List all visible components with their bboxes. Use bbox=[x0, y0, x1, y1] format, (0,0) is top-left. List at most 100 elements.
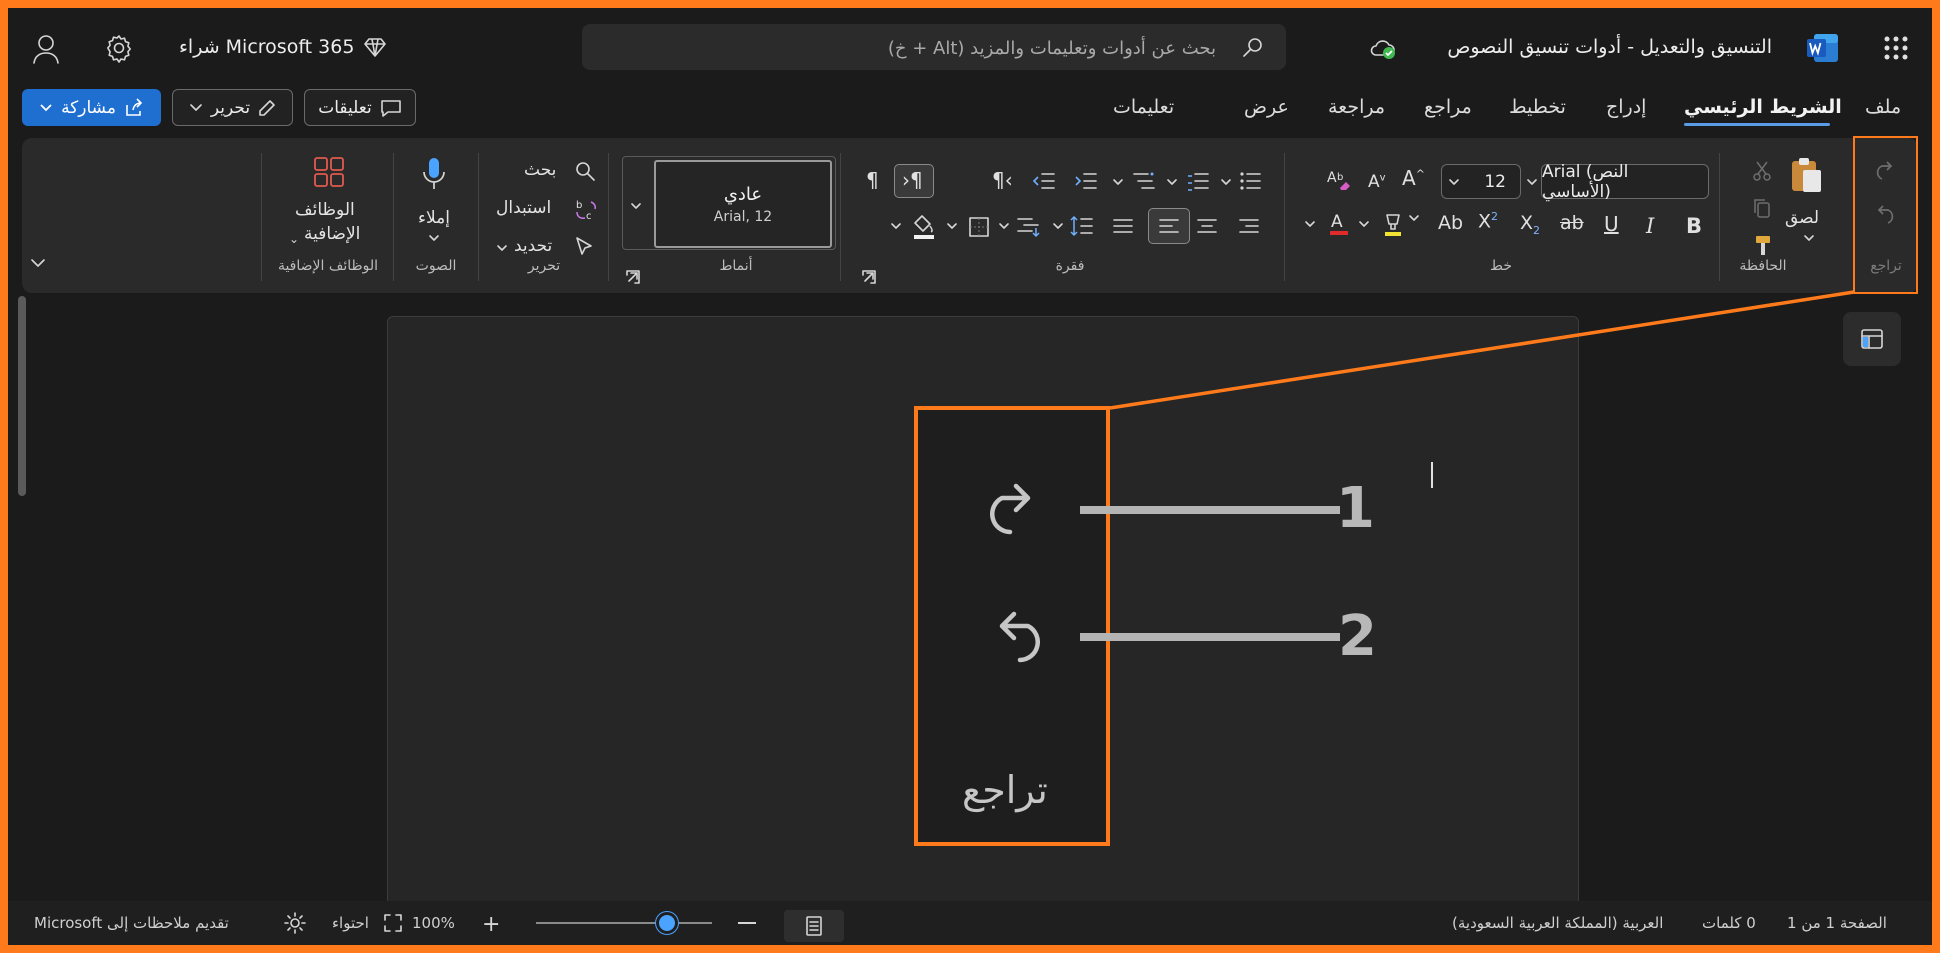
font-name-chevron-icon[interactable] bbox=[1526, 178, 1538, 186]
font-name-combo[interactable]: Arial (النص الأساسي) bbox=[1541, 162, 1709, 202]
paste-chevron-icon[interactable] bbox=[1803, 234, 1815, 242]
app-launcher-icon[interactable] bbox=[1883, 35, 1909, 61]
shading-icon[interactable] bbox=[912, 214, 936, 240]
paragraph-dialog-launcher-icon[interactable] bbox=[862, 270, 876, 284]
italic-icon[interactable]: I bbox=[1646, 214, 1654, 238]
addins-label-line1[interactable]: الوظائف bbox=[295, 200, 355, 220]
font-more-chevron-icon[interactable] bbox=[1304, 220, 1316, 228]
styles-dialog-launcher-icon[interactable] bbox=[626, 270, 640, 284]
subscript-icon[interactable]: X2 bbox=[1520, 212, 1540, 237]
comments-button[interactable]: تعليقات bbox=[304, 89, 416, 126]
replace-icon[interactable]: bc bbox=[574, 198, 598, 222]
share-button[interactable]: مشاركة bbox=[22, 89, 161, 126]
search-input[interactable]: بحث عن أدوات وتعليمات والمزيد (Alt + خ) bbox=[888, 38, 1216, 59]
highlight-color-icon[interactable] bbox=[1382, 212, 1404, 238]
strikethrough-icon[interactable]: ab bbox=[1560, 212, 1584, 234]
redo-icon[interactable] bbox=[1874, 160, 1896, 182]
find-label[interactable]: بحث bbox=[524, 160, 556, 180]
tab-home[interactable]: الشريط الرئيسي bbox=[1684, 96, 1842, 118]
increase-indent-icon[interactable] bbox=[1074, 170, 1098, 192]
bold-icon[interactable]: B bbox=[1686, 214, 1702, 238]
font-color-chevron-icon[interactable] bbox=[1358, 220, 1370, 228]
align-left-icon[interactable] bbox=[1158, 217, 1180, 237]
buy-microsoft365-link[interactable]: شراء Microsoft 365 bbox=[179, 36, 387, 58]
tab-help[interactable]: تعليمات bbox=[1113, 96, 1174, 118]
tab-review[interactable]: مراجعة bbox=[1328, 96, 1385, 118]
copy-icon[interactable] bbox=[1751, 197, 1773, 219]
multilevel-list-icon[interactable] bbox=[1132, 170, 1156, 192]
font-color-icon[interactable]: A bbox=[1328, 210, 1350, 238]
fit-icon[interactable] bbox=[384, 914, 402, 932]
undo-icon[interactable] bbox=[1874, 204, 1896, 226]
zoom-slider-thumb[interactable] bbox=[656, 912, 678, 934]
superscript-icon[interactable]: X2 bbox=[1478, 210, 1498, 232]
tab-references[interactable]: مراجع bbox=[1424, 96, 1472, 118]
paste-label[interactable]: لصق bbox=[1785, 208, 1819, 228]
tab-view[interactable]: عرض bbox=[1244, 96, 1289, 118]
addins-grid-icon[interactable] bbox=[313, 156, 345, 188]
zoom-out-icon[interactable] bbox=[738, 922, 756, 924]
dictate-label[interactable]: إملاء bbox=[418, 208, 450, 228]
tab-layout[interactable]: تخطيط bbox=[1509, 96, 1566, 118]
underline-icon[interactable]: U bbox=[1604, 212, 1619, 236]
decrease-indent-icon[interactable] bbox=[1032, 170, 1056, 192]
shrink-font-icon[interactable]: Av bbox=[1368, 172, 1386, 192]
justify-icon[interactable] bbox=[1112, 217, 1134, 237]
multilevel-chevron-icon[interactable] bbox=[1112, 178, 1124, 186]
bullets-chevron-icon[interactable] bbox=[1220, 178, 1232, 186]
find-icon[interactable] bbox=[574, 160, 596, 182]
edit-mode-button[interactable]: تحرير bbox=[172, 89, 293, 126]
addins-label-line2[interactable]: الإضافية bbox=[304, 224, 360, 244]
clear-formatting-icon[interactable]: Ab bbox=[1326, 168, 1352, 192]
brightness-icon[interactable] bbox=[284, 912, 306, 934]
borders-icon[interactable] bbox=[968, 216, 990, 238]
dictate-chevron-icon[interactable] bbox=[428, 234, 440, 242]
select-cursor-icon[interactable] bbox=[574, 236, 594, 258]
cut-icon[interactable] bbox=[1751, 160, 1773, 182]
align-right-icon[interactable] bbox=[1238, 217, 1260, 237]
line-spacing-chevron-icon[interactable] bbox=[1052, 222, 1064, 230]
fit-label[interactable]: احتواء bbox=[332, 914, 369, 932]
styles-gallery-chevron-icon[interactable] bbox=[630, 202, 642, 210]
shading-chevron-icon[interactable] bbox=[890, 222, 902, 230]
change-case-icon[interactable]: Ab bbox=[1438, 212, 1463, 234]
tab-file[interactable]: ملف bbox=[1865, 96, 1901, 118]
ltr-paragraph-icon[interactable]: ›¶ bbox=[902, 168, 923, 192]
paragraph-spacing-icon[interactable] bbox=[1016, 216, 1040, 238]
show-marks-icon[interactable]: ¶ bbox=[866, 168, 879, 192]
paragraph-spacing-chevron-icon[interactable] bbox=[998, 222, 1010, 230]
numbering-chevron-icon[interactable] bbox=[1166, 178, 1178, 186]
select-label[interactable]: تحديد bbox=[514, 236, 552, 256]
style-normal-card[interactable]: عادي Arial, 12 bbox=[654, 160, 832, 248]
highlight-chevron-icon[interactable] bbox=[1408, 214, 1420, 222]
align-center-icon[interactable] bbox=[1196, 217, 1218, 237]
paste-icon[interactable] bbox=[1789, 156, 1825, 196]
search-box[interactable]: بحث عن أدوات وتعليمات والمزيد (Alt + خ) bbox=[582, 24, 1286, 70]
borders-chevron-icon[interactable] bbox=[946, 222, 958, 230]
rtl-paragraph-icon[interactable]: ¶‹ bbox=[992, 168, 1013, 192]
format-painter-icon[interactable] bbox=[1753, 234, 1773, 258]
font-size-chevron-icon[interactable] bbox=[1448, 178, 1460, 186]
grow-font-icon[interactable]: A^ bbox=[1402, 166, 1425, 190]
select-chevron-icon[interactable] bbox=[496, 244, 508, 252]
zoom-slider-track[interactable] bbox=[536, 922, 712, 924]
bullets-icon[interactable] bbox=[1238, 170, 1262, 192]
line-spacing-icon[interactable] bbox=[1070, 214, 1094, 238]
addins-chevron-icon[interactable]: ⌄ bbox=[289, 232, 299, 246]
numbering-icon[interactable] bbox=[1186, 170, 1210, 192]
account-icon[interactable] bbox=[32, 34, 60, 64]
tab-insert[interactable]: إدراج bbox=[1606, 96, 1646, 118]
zoom-in-icon[interactable]: + bbox=[482, 912, 500, 937]
feedback-link[interactable]: تقديم ملاحظات إلى Microsoft bbox=[34, 914, 229, 932]
replace-label[interactable]: استبدال bbox=[496, 198, 551, 218]
saved-to-cloud-icon[interactable] bbox=[1369, 36, 1397, 60]
settings-gear-icon[interactable] bbox=[104, 33, 134, 63]
vertical-scrollbar[interactable] bbox=[18, 296, 26, 496]
print-layout-button[interactable] bbox=[784, 910, 844, 942]
microphone-icon[interactable] bbox=[421, 156, 447, 192]
ribbon-collapse-chevron-icon[interactable] bbox=[30, 257, 46, 269]
language-status[interactable]: العربية (المملكة العربية السعودية) bbox=[1452, 914, 1663, 932]
zoom-level[interactable]: 100% bbox=[412, 914, 455, 932]
page-count[interactable]: الصفحة 1 من 1 bbox=[1787, 914, 1887, 932]
word-count[interactable]: 0 كلمات bbox=[1702, 914, 1756, 932]
